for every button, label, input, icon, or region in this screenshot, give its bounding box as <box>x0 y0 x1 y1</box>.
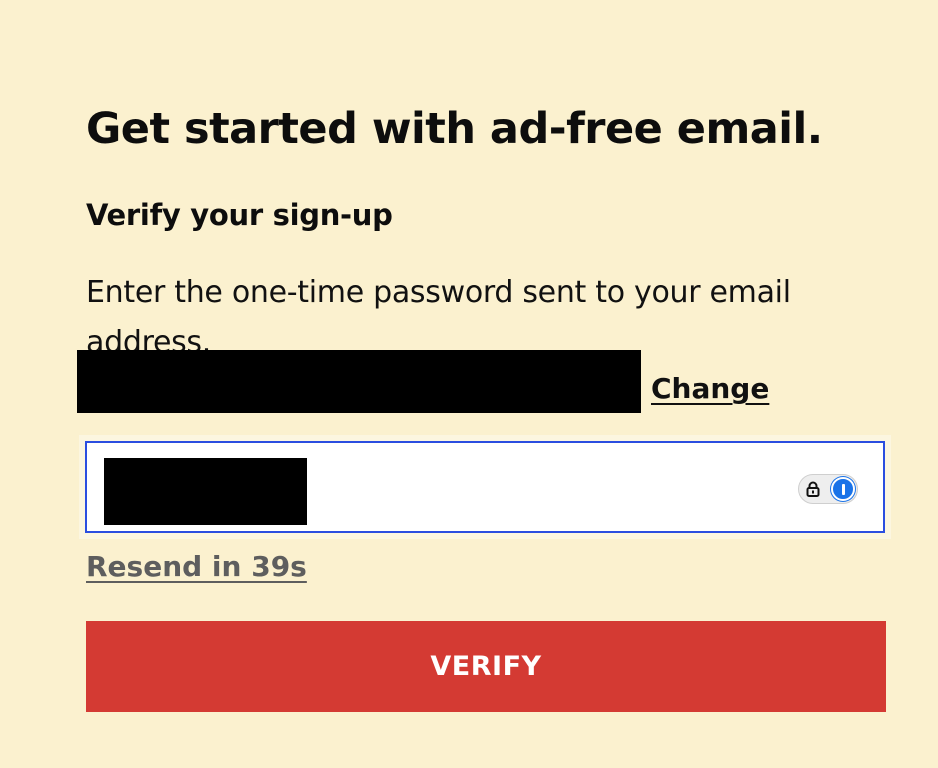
1password-icon <box>831 477 855 501</box>
verify-button[interactable]: VERIFY <box>86 621 886 712</box>
change-email-link[interactable]: Change <box>651 372 769 405</box>
page-title: Get started with ad-free email. <box>86 104 823 154</box>
signup-verify-page: Get started with ad-free email. Verify y… <box>0 0 938 768</box>
redacted-otp-value <box>104 458 307 525</box>
redacted-email-address <box>77 350 641 413</box>
password-manager-button[interactable] <box>798 474 858 504</box>
otp-field[interactable] <box>85 441 885 533</box>
lock-icon <box>806 481 820 497</box>
page-subtitle: Verify your sign-up <box>86 198 393 232</box>
resend-code-link[interactable]: Resend in 39s <box>86 550 307 583</box>
